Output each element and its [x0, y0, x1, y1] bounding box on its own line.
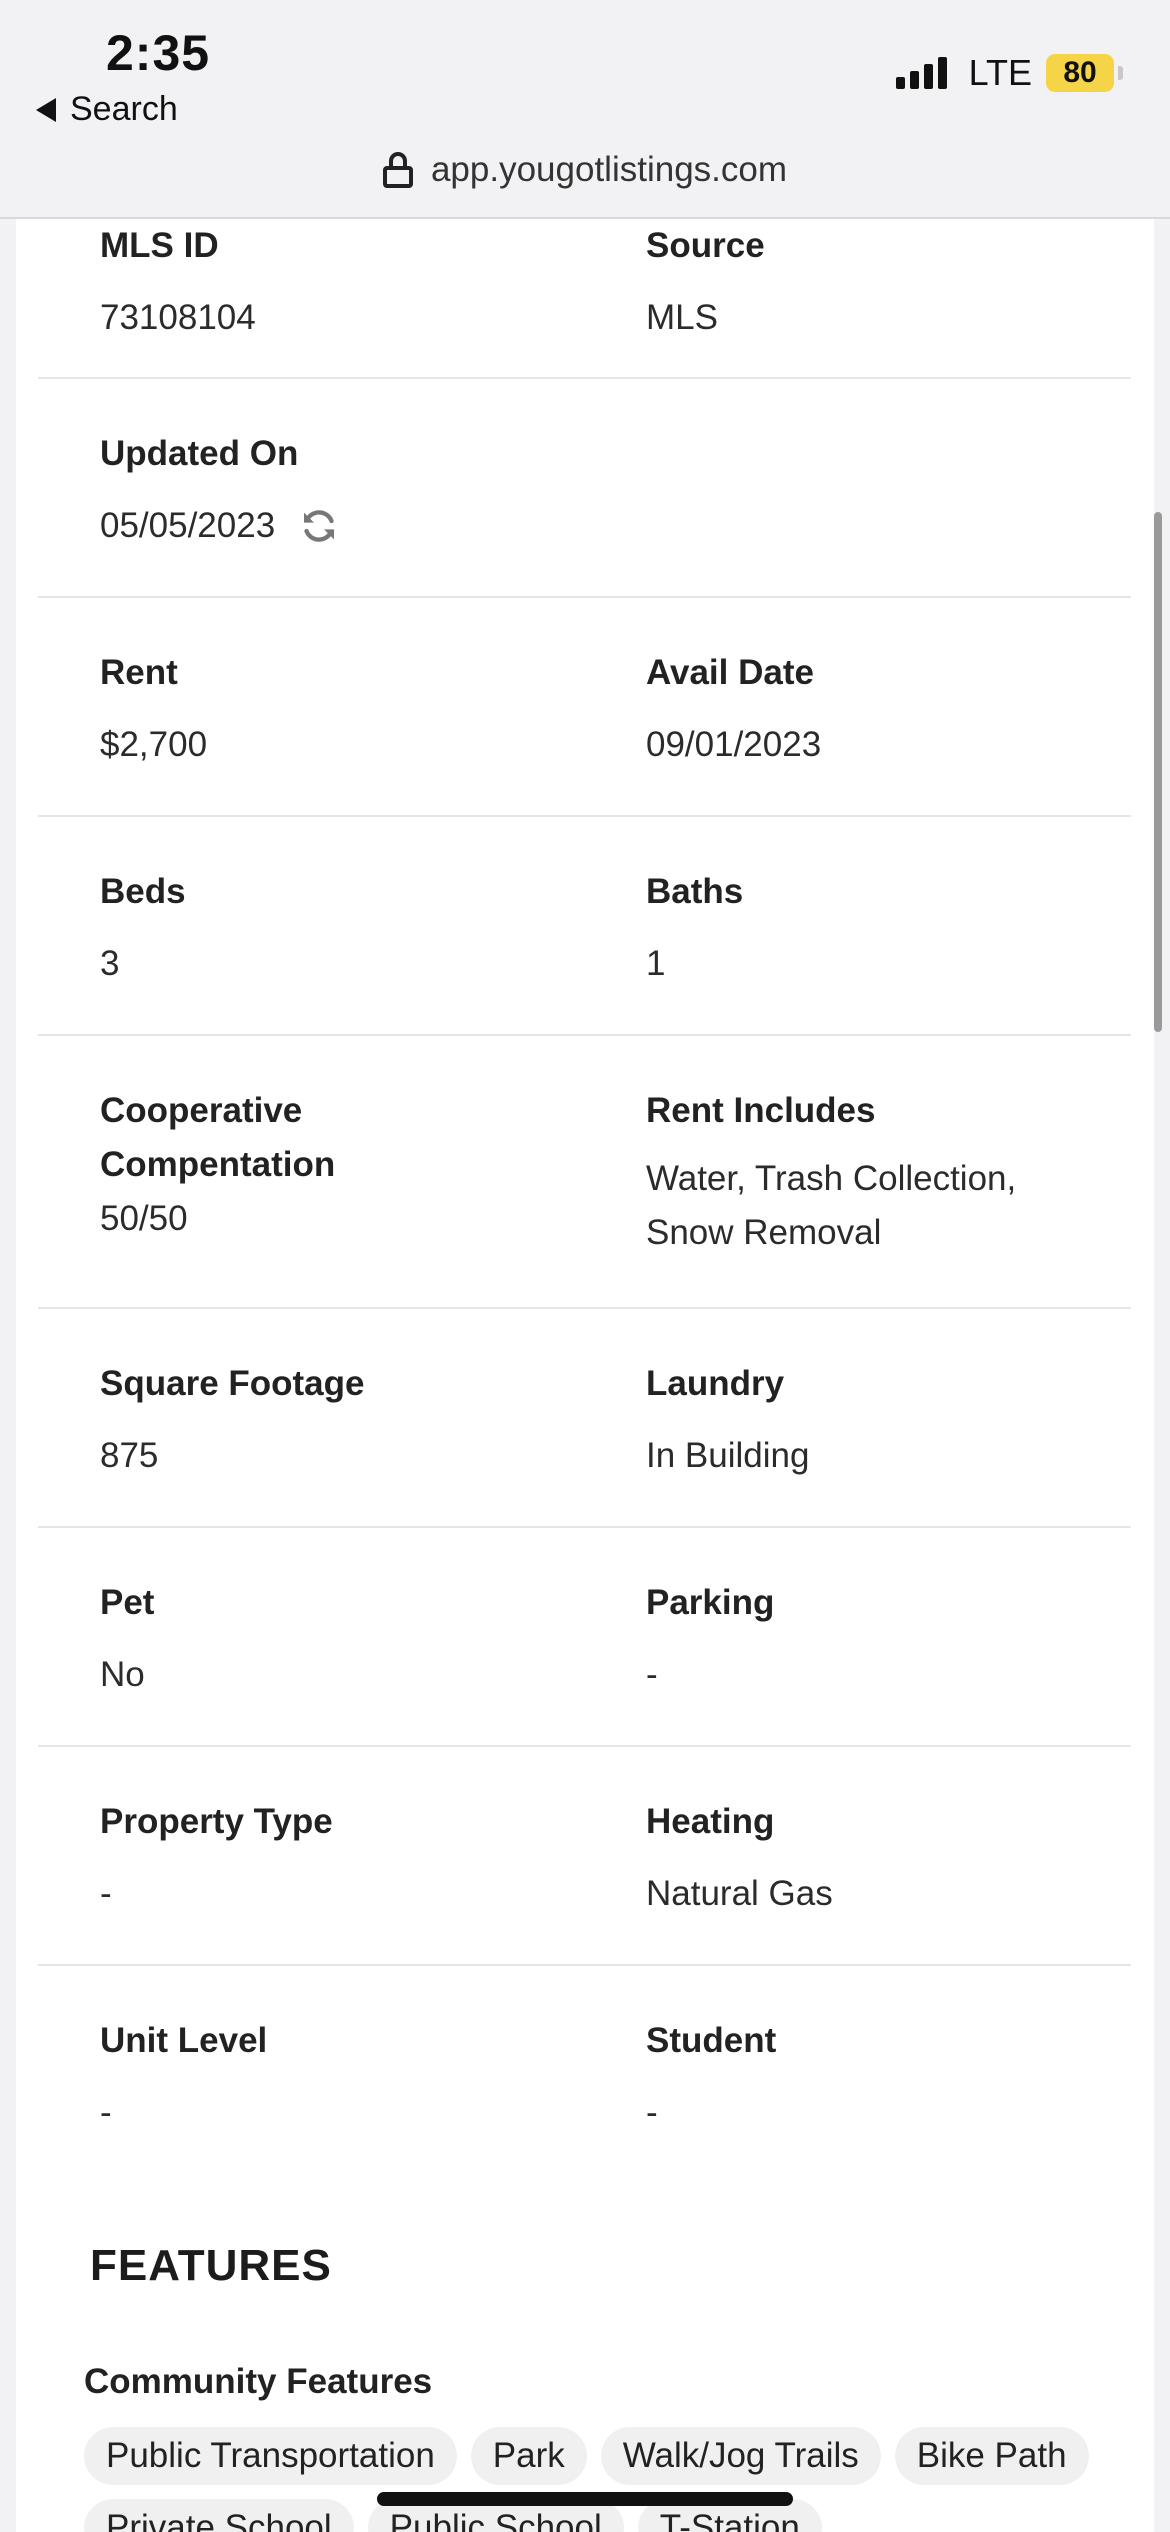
field-label: Laundry — [646, 1364, 785, 1403]
field-value: 875 — [100, 1436, 159, 1475]
field-source: Source MLS — [646, 219, 765, 345]
field-label: Cooperative Compentation — [100, 1091, 336, 1184]
detail-row-pet: Pet No Parking - — [38, 1528, 1131, 1747]
field-value: Natural Gas — [646, 1874, 833, 1913]
field-laundry: Laundry In Building — [646, 1357, 809, 1483]
field-value: - — [646, 1655, 658, 1694]
field-mls-id: MLS ID 73108104 — [100, 219, 256, 345]
community-features-chips: Public Transportation Park Walk/Jog Trai… — [84, 2427, 1124, 2532]
field-rent: Rent $2,700 — [100, 646, 207, 772]
detail-row-cooperative: Cooperative Compentation 50/50 Rent Incl… — [38, 1036, 1131, 1309]
address-bar[interactable]: app.yougotlistings.com — [0, 150, 1170, 190]
field-label: Parking — [646, 1583, 775, 1622]
field-value: 50/50 — [100, 1199, 188, 1238]
detail-row-unit-level: Unit Level - Student - — [38, 1966, 1131, 2185]
battery-icon: 80 — [1046, 54, 1123, 92]
field-value: No — [100, 1655, 145, 1694]
page-scrollbar[interactable] — [1154, 512, 1162, 1032]
field-avail-date: Avail Date 09/01/2023 — [646, 646, 821, 772]
status-time: 2:35 — [106, 25, 211, 81]
url-text: app.yougotlistings.com — [430, 150, 788, 189]
field-student: Student - — [646, 2014, 776, 2140]
field-label: Updated On — [100, 434, 299, 473]
status-indicators: LTE 80 — [895, 52, 1123, 94]
browser-top-bar: 2:35 Search LTE 80 app.yougotlistings.co… — [0, 0, 1170, 219]
field-value: Water, Trash Collection, Snow Removal — [646, 1159, 1017, 1252]
field-label: Unit Level — [100, 2021, 268, 2060]
back-to-search-button[interactable]: Search — [36, 90, 178, 129]
detail-row-updated: Updated On 05/05/2023 — [38, 379, 1131, 598]
field-cooperative-compensation: Cooperative Compentation 50/50 — [100, 1084, 520, 1246]
field-property-type: Property Type - — [100, 1795, 333, 1921]
field-value: - — [100, 2093, 112, 2132]
field-value: 05/05/2023 — [100, 506, 276, 545]
detail-row-rent: Rent $2,700 Avail Date 09/01/2023 — [38, 598, 1131, 817]
refresh-icon[interactable] — [299, 506, 339, 546]
field-label: Baths — [646, 872, 744, 911]
field-value: 73108104 — [100, 298, 256, 337]
feature-chip: Bike Path — [894, 2427, 1089, 2485]
home-indicator[interactable] — [377, 2492, 793, 2506]
signal-strength-icon — [895, 57, 947, 89]
field-label: Property Type — [100, 1802, 333, 1841]
field-label: Heating — [646, 1802, 775, 1841]
field-beds: Beds 3 — [100, 865, 186, 991]
field-value: 09/01/2023 — [646, 725, 822, 764]
field-heating: Heating Natural Gas — [646, 1795, 833, 1921]
lock-icon — [382, 152, 413, 188]
field-value: $2,700 — [100, 725, 208, 764]
field-label: Avail Date — [646, 653, 814, 692]
field-label: Student — [646, 2021, 777, 2060]
back-label: Search — [70, 90, 178, 128]
field-label: Rent Includes — [646, 1091, 876, 1130]
field-label: Source — [646, 226, 765, 265]
field-pet: Pet No — [100, 1576, 154, 1702]
network-type: LTE — [968, 52, 1032, 93]
field-label: Square Footage — [100, 1364, 365, 1403]
field-unit-level: Unit Level - — [100, 2014, 267, 2140]
field-value: 1 — [646, 944, 666, 983]
field-label: Pet — [100, 1583, 155, 1622]
field-baths: Baths 1 — [646, 865, 743, 991]
field-parking: Parking - — [646, 1576, 774, 1702]
feature-chip: Public Transportation — [84, 2427, 457, 2485]
field-square-footage: Square Footage 875 — [100, 1357, 364, 1483]
features-heading: FEATURES — [90, 2241, 332, 2290]
feature-chip: Private School — [84, 2499, 354, 2532]
field-value: In Building — [646, 1436, 810, 1475]
field-value: - — [100, 1874, 112, 1913]
back-triangle-icon — [36, 97, 56, 122]
listing-details-card: MLS ID 73108104 Source MLS Updated On 05… — [16, 219, 1154, 2532]
field-updated-on: Updated On 05/05/2023 — [100, 427, 339, 553]
detail-row-mls: MLS ID 73108104 Source MLS — [38, 219, 1131, 379]
field-label: Rent — [100, 653, 178, 692]
community-features-label: Community Features — [84, 2362, 433, 2401]
detail-row-beds: Beds 3 Baths 1 — [38, 817, 1131, 1036]
field-label: MLS ID — [100, 226, 219, 265]
feature-chip: Walk/Jog Trails — [600, 2427, 881, 2485]
field-value: - — [646, 2093, 658, 2132]
detail-row-square-footage: Square Footage 875 Laundry In Building — [38, 1309, 1131, 1528]
field-value: MLS — [646, 298, 718, 337]
field-value: 3 — [100, 944, 120, 983]
field-rent-includes: Rent Includes Water, Trash Collection, S… — [646, 1084, 1086, 1260]
detail-row-property-type: Property Type - Heating Natural Gas — [38, 1747, 1131, 1966]
field-label: Beds — [100, 872, 186, 911]
feature-chip: Park — [470, 2427, 587, 2485]
